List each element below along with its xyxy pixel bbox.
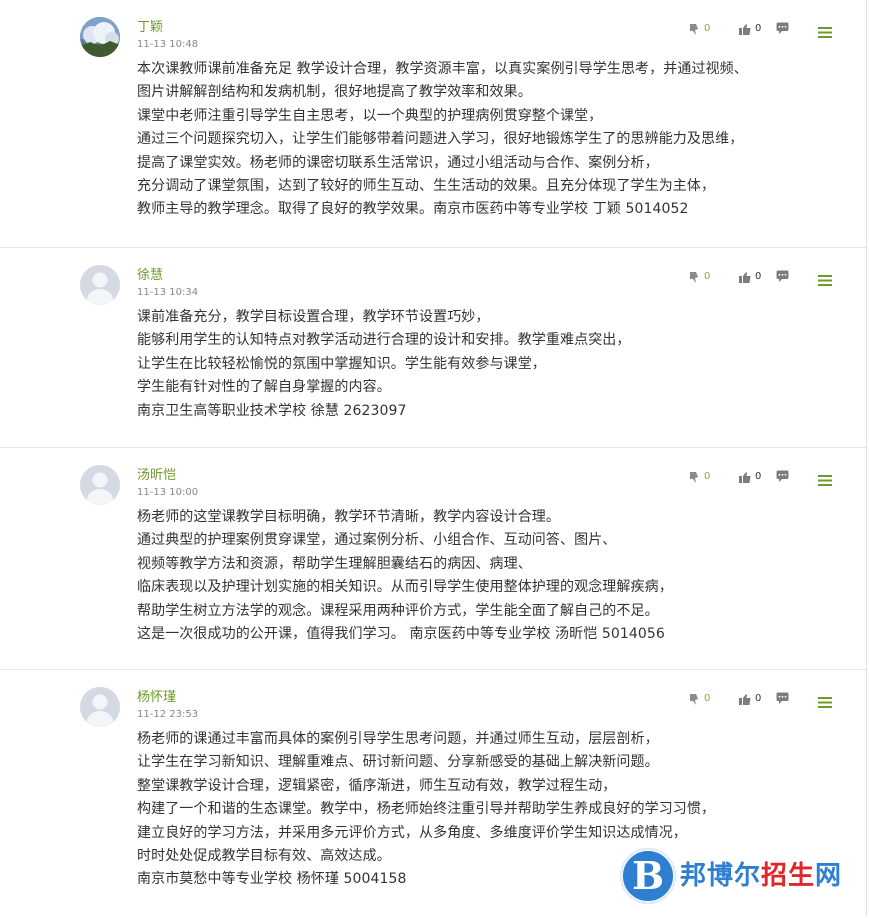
author-name[interactable]: 汤昕恺 (137, 468, 176, 484)
like-button[interactable]: 0 (738, 692, 761, 706)
comment-text: 杨老师的这堂课教学目标明确，教学环节清晰，教学内容设计合理。 通过典型的护理案例… (137, 509, 673, 643)
more-menu-button[interactable] (818, 697, 832, 708)
like-button[interactable]: 0 (738, 270, 761, 284)
oppose-count: 0 (704, 693, 711, 704)
comment-item: 丁颖 11-13 10:48 0 0 本次课教师课前准备充足 教学设计合理，教学… (0, 0, 866, 248)
oppose-button[interactable]: 0 (688, 22, 710, 36)
avatar[interactable] (80, 17, 120, 57)
watermark-text-part3: 网 (815, 861, 843, 891)
chat-bubble-icon (776, 692, 789, 704)
comment-text: 课前准备充分，教学目标设置合理，教学环节设置巧妙， 能够利用学生的认知特点对教学… (137, 309, 631, 419)
thumb-up-icon (739, 471, 751, 483)
thumb-down-icon (690, 23, 698, 35)
oppose-button[interactable]: 0 (688, 270, 710, 284)
like-count: 0 (755, 693, 762, 704)
logo-letter: B (631, 853, 665, 898)
thumb-down-icon (690, 693, 698, 705)
thumb-up-icon (739, 23, 751, 35)
author-name[interactable]: 丁颖 (137, 20, 163, 36)
oppose-count: 0 (704, 23, 711, 34)
oppose-count: 0 (704, 271, 711, 282)
watermark-logo: B 邦博尔招生网 (620, 848, 860, 908)
hamburger-menu-icon (818, 275, 832, 286)
author-name[interactable]: 徐慧 (137, 268, 163, 284)
like-count: 0 (755, 471, 762, 482)
timestamp: 11-12 23:53 (137, 709, 199, 720)
more-menu-button[interactable] (818, 475, 832, 486)
more-menu-button[interactable] (818, 27, 832, 38)
avatar[interactable] (80, 265, 120, 305)
timestamp: 11-13 10:48 (137, 39, 199, 50)
avatar[interactable] (80, 687, 120, 727)
default-user-icon (80, 265, 120, 305)
default-user-icon (80, 465, 120, 505)
thumb-up-icon (739, 271, 751, 283)
comment-text: 本次课教师课前准备充足 教学设计合理，教学资源丰富，以真实案例引导学生思考，并通… (137, 61, 748, 218)
thumb-up-icon (739, 693, 751, 705)
hamburger-menu-icon (818, 27, 832, 38)
oppose-button[interactable]: 0 (688, 692, 710, 706)
more-menu-button[interactable] (818, 275, 832, 286)
default-user-icon (80, 687, 120, 727)
watermark-text: 邦博尔招生网 (680, 860, 842, 892)
like-button[interactable]: 0 (738, 470, 761, 484)
chat-bubble-icon (776, 470, 789, 482)
comment-item: 徐慧 11-13 10:34 0 0 课前准备充分，教学目标设置合理，教学环节设… (0, 248, 866, 448)
reply-button[interactable] (776, 22, 789, 34)
hamburger-menu-icon (818, 475, 832, 486)
like-count: 0 (755, 271, 762, 282)
thumb-down-icon (690, 471, 698, 483)
watermark-text-part1: 邦博尔 (680, 861, 762, 891)
author-name[interactable]: 杨怀瑾 (137, 690, 176, 706)
timestamp: 11-13 10:00 (137, 487, 199, 498)
timestamp: 11-13 10:34 (137, 287, 199, 298)
hamburger-menu-icon (818, 697, 832, 708)
reply-button[interactable] (776, 470, 789, 482)
like-count: 0 (755, 23, 762, 34)
chat-bubble-icon (776, 270, 789, 282)
oppose-count: 0 (704, 471, 711, 482)
watermark-text-part2: 招生 (761, 861, 816, 891)
like-button[interactable]: 0 (738, 22, 761, 36)
avatar[interactable] (80, 465, 120, 505)
comment-list: 丁颖 11-13 10:48 0 0 本次课教师课前准备充足 教学设计合理，教学… (0, 0, 867, 916)
comment-item: 汤昕恺 11-13 10:00 0 0 杨老师的这堂课教学目标明确，教学环节清晰… (0, 448, 866, 670)
reply-button[interactable] (776, 270, 789, 282)
thumb-down-icon (690, 271, 698, 283)
chat-bubble-icon (776, 22, 789, 34)
reply-button[interactable] (776, 692, 789, 704)
landscape-avatar-icon (80, 17, 120, 57)
oppose-button[interactable]: 0 (688, 470, 710, 484)
